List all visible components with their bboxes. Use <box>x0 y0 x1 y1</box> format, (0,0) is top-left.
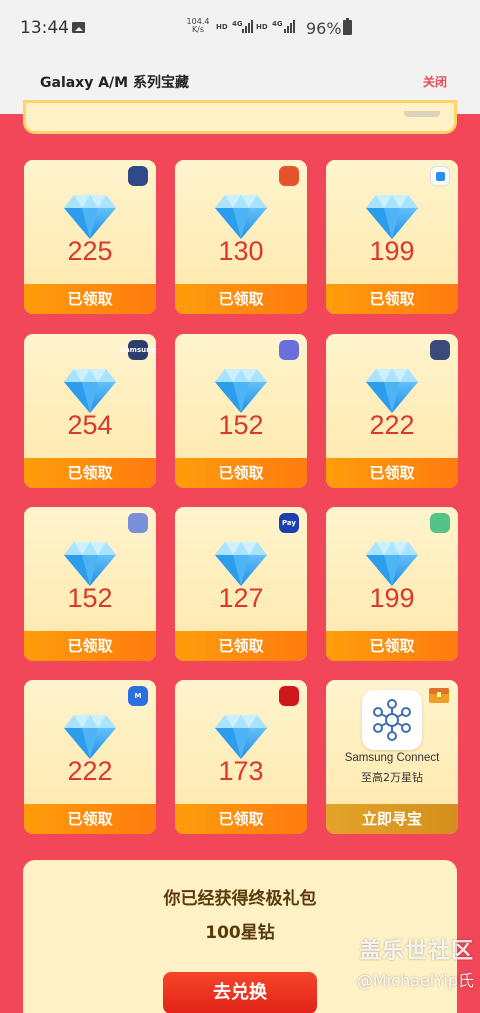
claimed-label[interactable]: 已领取 <box>24 284 156 314</box>
reward-title: 你已经获得终极礼包 <box>163 889 317 909</box>
top-banner <box>23 100 457 134</box>
diamond-icon <box>366 542 418 586</box>
diamond-icon <box>215 369 267 413</box>
claimed-label[interactable]: 已领取 <box>175 804 307 834</box>
battery-percent: 96% <box>306 19 342 38</box>
diamond-count: 199 <box>369 236 415 266</box>
reward-card[interactable]: 222 已领取 <box>326 334 458 488</box>
claimed-label[interactable]: 已领取 <box>24 458 156 488</box>
redeem-button[interactable]: 去兑换 <box>163 972 317 1013</box>
diamond-count: 225 <box>67 236 113 266</box>
reward-card[interactable]: 130 已领取 <box>175 160 307 314</box>
diamond-count: 222 <box>369 410 415 440</box>
diamond-count: 199 <box>369 583 415 613</box>
reward-card[interactable]: 222 M 已领取 <box>24 680 156 834</box>
signal-icon-2 <box>284 20 296 33</box>
pay-icon: Pay <box>279 513 299 533</box>
status-time: 13:44 <box>20 18 69 38</box>
reward-card[interactable]: 152 已领取 <box>24 507 156 661</box>
diamond-count: 152 <box>67 583 113 613</box>
page-title: Galaxy A/M 系列宝藏 <box>40 75 189 91</box>
diamond-count: 173 <box>218 756 264 786</box>
battery-icon <box>343 18 352 35</box>
connect-hub-icon <box>373 699 411 741</box>
treasure-chest-icon <box>429 688 449 703</box>
claimed-label[interactable]: 已领取 <box>175 631 307 661</box>
special-app-reward: 至高2万星钻 <box>361 771 423 784</box>
reward-card[interactable]: 127 Pay 已领取 <box>175 507 307 661</box>
hd-label-1: HD <box>216 23 228 31</box>
reward-card[interactable]: 225 已领取 <box>24 160 156 314</box>
claimed-label[interactable]: 已领取 <box>326 458 458 488</box>
diamond-icon <box>64 715 116 759</box>
claimed-label[interactable]: 已领取 <box>24 804 156 834</box>
claimed-label[interactable]: 已领取 <box>326 284 458 314</box>
claimed-label[interactable]: 已领取 <box>175 284 307 314</box>
diamond-icon <box>366 369 418 413</box>
hd-label-2: HD <box>256 23 268 31</box>
internet-icon <box>279 340 299 360</box>
health-icon <box>430 513 450 533</box>
music-icon <box>279 686 299 706</box>
diamond-icon <box>215 195 267 239</box>
4g-label-2: 4G <box>272 20 283 28</box>
network-speed-unit: K/s <box>191 25 205 34</box>
reward-card[interactable]: 199 已领取 <box>326 160 458 314</box>
clock-icon <box>430 340 450 360</box>
diamond-icon <box>366 195 418 239</box>
claimed-label[interactable]: 已领取 <box>326 631 458 661</box>
gallery-notification-icon <box>72 22 85 33</box>
banner-tab <box>404 111 440 117</box>
status-bar: 13:44 104.4 K/s HD 4G HD 4G 96% <box>0 0 480 58</box>
claimed-label[interactable]: 已领取 <box>24 631 156 661</box>
bixby-icon <box>128 166 148 186</box>
m-app-icon: M <box>128 686 148 706</box>
samsung-connect-card[interactable]: Samsung Connect 至高2万星钻立即寻宝 <box>326 680 458 834</box>
sync-icon <box>128 513 148 533</box>
close-button[interactable]: 关闭 <box>423 73 447 90</box>
diamond-icon <box>64 542 116 586</box>
claimed-label[interactable]: 已领取 <box>175 458 307 488</box>
reward-card[interactable]: 173 已领取 <box>175 680 307 834</box>
reward-card[interactable]: 254 Samsung 已领取 <box>24 334 156 488</box>
network-speed: 104.4 K/s <box>186 18 210 34</box>
reminder-icon <box>279 166 299 186</box>
samsung-connect-logo <box>362 690 422 750</box>
special-app-name: Samsung Connect <box>344 752 440 764</box>
diamond-icon <box>64 195 116 239</box>
diamond-count: 127 <box>218 583 264 613</box>
samsung-members-icon: Samsung <box>120 340 156 360</box>
diamond-count: 222 <box>67 756 113 786</box>
watermark-title: 盖乐世社区 <box>358 939 474 964</box>
diamond-icon <box>215 542 267 586</box>
diamond-icon <box>64 369 116 413</box>
reward-card[interactable]: 199 已领取 <box>326 507 458 661</box>
diamond-count: 254 <box>67 410 113 440</box>
signal-icon-1 <box>242 20 254 33</box>
diamond-count: 152 <box>218 410 264 440</box>
watermark-user: @MichaelYip氏 <box>356 971 474 990</box>
diamond-count: 130 <box>218 236 264 266</box>
reward-card[interactable]: 152 已领取 <box>175 334 307 488</box>
watermark: 盖乐世社区 @MichaelYip氏 <box>314 933 474 991</box>
treasure-hunt-button[interactable]: 立即寻宝 <box>326 804 458 834</box>
secure-folder-icon <box>430 166 450 186</box>
diamond-icon <box>215 715 267 759</box>
